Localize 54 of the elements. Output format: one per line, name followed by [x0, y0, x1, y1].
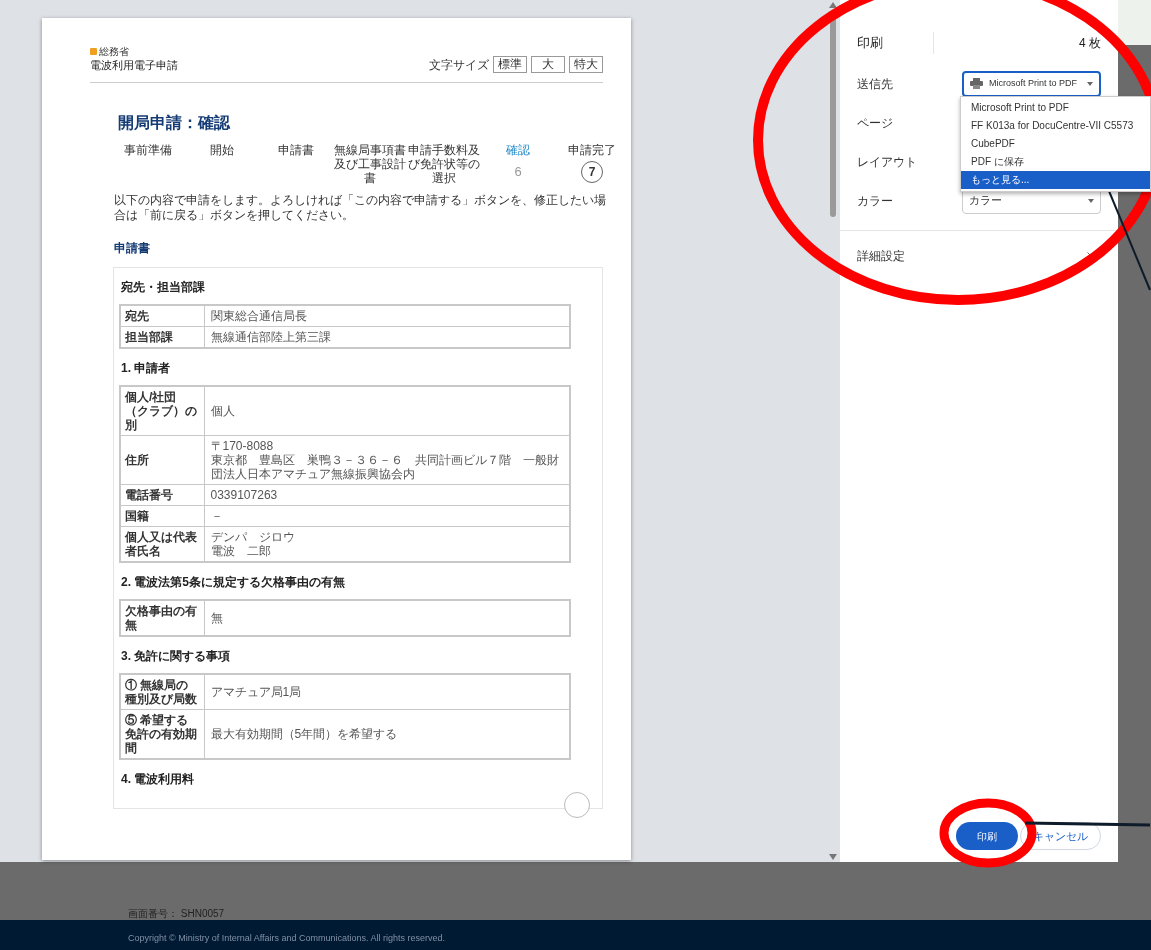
step-label: 申請完了: [568, 142, 616, 157]
step-label: 確認: [506, 142, 530, 157]
table-header-cell: 個人/社団（クラブ）の別: [120, 385, 204, 435]
table-header-cell: 電話番号: [120, 484, 204, 505]
scrollbar[interactable]: [826, 0, 840, 862]
cell-text: デンパ ジロウ: [210, 529, 295, 544]
font-size-button[interactable]: 大: [531, 56, 565, 73]
setting-label: レイアウト: [857, 153, 918, 171]
instruction-text: 以下の内容で申請をします。よろしければ「この内容で申請する」ボタンを、修正したい場合は「前に戻る」ボタンを押してください。: [114, 192, 607, 223]
step-label: 無線局事項書及び工事設計書: [334, 142, 406, 185]
copyright-text: Copyright © Ministry of Internal Affairs and Communications. All rights reserved.: [128, 932, 447, 944]
caret-icon: [1087, 81, 1093, 86]
menu-item[interactable]: もっと見る...: [961, 171, 1150, 189]
printer-icon: [970, 78, 983, 89]
sheet-count: 4 枚: [1079, 35, 1101, 52]
screen-number: 画面番号： SHN0057: [128, 908, 225, 919]
emblem-icon: [90, 48, 97, 55]
setting-label: ページ: [857, 114, 894, 132]
cell-text: 電波 二郎: [210, 543, 271, 558]
section-heading: 1. 申請者: [121, 359, 171, 377]
font-size-label: 文字サイズ: [429, 56, 489, 74]
caret-icon: [1088, 198, 1094, 203]
setting-label: 送信先: [857, 75, 894, 93]
font-size-button[interactable]: 特大: [569, 56, 603, 73]
menu-item[interactable]: PDF に保存: [961, 153, 1150, 171]
section-heading: 4. 電波利用料: [121, 770, 195, 788]
table-header-cell: 住所: [120, 435, 204, 484]
cell-text: 〒170-8088: [210, 438, 274, 453]
table-header-cell: 宛先: [120, 304, 204, 326]
ministry-name: 総務省: [99, 46, 129, 57]
setting-label: カラー: [857, 192, 894, 210]
cell-text: 東京都 豊島区 巣鴨３－３６－６ 共同計画ビル７階 一般財団法人日本アマチュア無線振興協会内: [210, 452, 560, 481]
scroll-up-icon[interactable]: [829, 2, 837, 8]
form-heading: 申請書: [114, 239, 150, 257]
dialog-title: 印刷: [857, 34, 883, 53]
site-title: 電波利用電子申請: [90, 58, 178, 73]
section-heading: 3. 免許に関する事項: [121, 647, 231, 665]
step-number: 6: [514, 162, 522, 181]
table-header-cell: 国籍: [120, 505, 204, 526]
menu-item[interactable]: FF K013a for DocuCentre-VII C5573: [961, 117, 1150, 135]
step-label: 開始: [210, 142, 234, 157]
scroll-down-icon[interactable]: [829, 854, 837, 860]
font-size-button[interactable]: 標準: [493, 56, 527, 73]
menu-item[interactable]: CubePDF: [961, 135, 1150, 153]
step-label: 申請書: [278, 142, 314, 157]
step-label: 申請手数料及び免許状等の選択: [408, 142, 480, 185]
step-label: 事前準備: [124, 142, 172, 157]
section-heading: 2. 電波法第5条に規定する欠格事由の有無: [121, 573, 345, 591]
menu-item[interactable]: Microsoft Print to PDF: [961, 99, 1150, 117]
section-heading: 宛先・担当部課: [121, 278, 205, 296]
more-settings-label: 詳細設定: [857, 248, 905, 265]
page-title: 開局申請：確認: [118, 112, 230, 133]
table-header-cell: ① 無線局の種別及び局数: [120, 673, 204, 709]
print-button[interactable]: 印刷: [956, 822, 1018, 850]
